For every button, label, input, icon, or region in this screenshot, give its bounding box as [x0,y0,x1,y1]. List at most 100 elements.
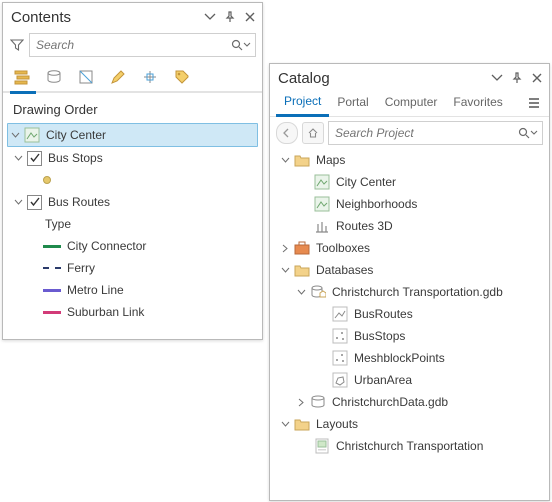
scene-item-routes-3d[interactable]: Routes 3D [274,215,545,237]
symbol-suburban-link[interactable]: Suburban Link [7,301,258,323]
line-featureclass-icon [332,306,348,322]
search-icon[interactable] [231,39,243,51]
folder-databases[interactable]: Databases [274,259,545,281]
caret-down-icon[interactable] [13,154,23,163]
folder-maps[interactable]: Maps [274,149,545,171]
fc-busstops[interactable]: BusStops [274,325,545,347]
line-symbol-icon [43,311,61,314]
pin-icon[interactable] [222,9,238,25]
geodatabase-icon [310,394,326,410]
catalog-pane: Catalog Project Portal Computer Favorite… [269,63,550,501]
close-icon[interactable] [242,9,258,25]
list-by-snapping-button[interactable] [139,66,161,88]
caret-right-icon[interactable] [280,244,290,253]
visibility-checkbox[interactable] [27,195,42,210]
catalog-tree: Maps City Center Neighborhoods Routes 3D… [270,149,549,463]
list-by-drawing-order-button[interactable] [11,66,33,88]
folder-toolboxes[interactable]: Toolboxes [274,237,545,259]
search-dropdown-icon[interactable] [243,41,251,49]
symbol-label: Suburban Link [65,305,144,319]
line-symbol-icon [43,289,61,292]
search-icon[interactable] [518,127,530,139]
polygon-featureclass-icon [332,372,348,388]
home-geodatabase-icon [310,284,326,300]
layer-bus-stops[interactable]: Bus Stops [7,147,258,169]
map-item-neighborhoods[interactable]: Neighborhoods [274,193,545,215]
databases-folder-icon [294,262,310,278]
tab-favorites[interactable]: Favorites [445,91,510,115]
catalog-search-box[interactable] [328,121,543,145]
symbol-label: Metro Line [65,283,124,297]
symbol-ferry[interactable]: Ferry [7,257,258,279]
fc-busroutes[interactable]: BusRoutes [274,303,545,325]
pin-icon[interactable] [509,70,525,86]
home-button[interactable] [302,122,324,144]
field-heading: Type [43,217,71,231]
list-by-data-source-button[interactable] [43,66,65,88]
fc-urbanarea[interactable]: UrbanArea [274,369,545,391]
contents-toolbar [3,61,262,91]
list-by-labeling-button[interactable] [171,66,193,88]
bus-stops-symbol[interactable] [7,169,258,191]
close-icon[interactable] [529,70,545,86]
tab-portal[interactable]: Portal [329,91,376,115]
folder-label: Maps [314,153,345,167]
contents-search-row [3,29,262,61]
contents-title: Contents [11,9,198,26]
map-node-city-center[interactable]: City Center [7,123,258,147]
catalog-title: Catalog [278,70,485,87]
item-label: BusStops [352,329,405,343]
map-icon [314,196,330,212]
caret-right-icon[interactable] [296,398,306,407]
hamburger-icon[interactable] [525,96,543,110]
item-label: Christchurch Transportation [334,439,483,453]
options-dropdown-icon[interactable] [489,70,505,86]
layout-item-christchurch-transportation[interactable]: Christchurch Transportation [274,435,545,457]
filter-icon[interactable] [9,38,25,52]
caret-down-icon[interactable] [296,288,306,297]
contents-pane: Contents Drawing Order City Center [2,2,263,340]
list-by-selection-button[interactable] [75,66,97,88]
options-dropdown-icon[interactable] [202,9,218,25]
map-label: City Center [44,128,106,142]
scene-icon [314,218,330,234]
search-dropdown-icon[interactable] [530,129,538,137]
gdb-christchurchdata[interactable]: ChristchurchData.gdb [274,391,545,413]
layout-icon [314,438,330,454]
contents-search-input[interactable] [34,37,231,53]
list-by-editing-button[interactable] [107,66,129,88]
fc-meshblockpoints[interactable]: MeshblockPoints [274,347,545,369]
symbol-metro-line[interactable]: Metro Line [7,279,258,301]
catalog-search-input[interactable] [333,125,518,141]
tab-computer[interactable]: Computer [377,91,446,115]
contents-tree: City Center Bus Stops Bus Routes Type Ci… [3,123,262,329]
caret-down-icon[interactable] [280,156,290,165]
caret-down-icon[interactable] [10,131,20,140]
toolbox-folder-icon [294,240,310,256]
item-label: City Center [334,175,396,189]
catalog-header: Catalog [270,64,549,90]
map-item-city-center[interactable]: City Center [274,171,545,193]
back-button[interactable] [276,122,298,144]
visibility-checkbox[interactable] [27,151,42,166]
caret-down-icon[interactable] [280,420,290,429]
line-symbol-icon [43,245,61,248]
folder-layouts[interactable]: Layouts [274,413,545,435]
maps-folder-icon [294,152,310,168]
symbol-city-connector[interactable]: City Connector [7,235,258,257]
caret-down-icon[interactable] [280,266,290,275]
item-label: BusRoutes [352,307,413,321]
line-symbol-icon [43,267,61,269]
drawing-order-heading: Drawing Order [3,94,262,123]
tab-project[interactable]: Project [276,90,329,117]
folder-label: Layouts [314,417,358,431]
map-icon [24,127,40,143]
layouts-folder-icon [294,416,310,432]
layer-bus-routes[interactable]: Bus Routes [7,191,258,213]
item-label: Christchurch Transportation.gdb [330,285,503,299]
gdb-christchurch-transportation[interactable]: Christchurch Transportation.gdb [274,281,545,303]
caret-down-icon[interactable] [13,198,23,207]
contents-search-box[interactable] [29,33,256,57]
item-label: ChristchurchData.gdb [330,395,448,409]
item-label: Routes 3D [334,219,393,233]
